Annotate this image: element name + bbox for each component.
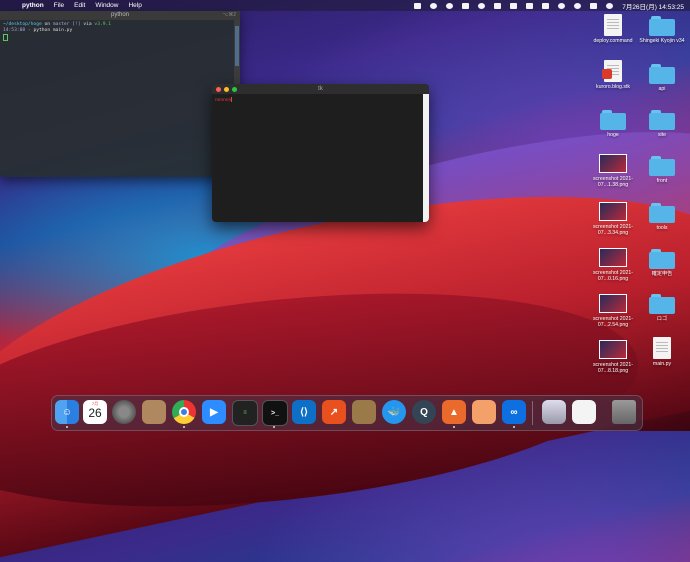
desktop-icon[interactable]: site bbox=[636, 110, 688, 138]
desktop-icon[interactable]: api bbox=[636, 64, 688, 92]
tk-scrollbar[interactable] bbox=[423, 94, 429, 222]
desktop-icon[interactable]: ロゴ bbox=[636, 294, 688, 322]
folder-icon bbox=[649, 156, 675, 176]
minimize-button[interactable] bbox=[224, 86, 229, 92]
wifi-icon[interactable] bbox=[558, 2, 566, 9]
archive-utility-icon[interactable] bbox=[352, 400, 376, 424]
clock-icon[interactable] bbox=[446, 2, 454, 9]
finder-icon[interactable]: ☺ bbox=[55, 400, 79, 424]
search-icon[interactable] bbox=[574, 2, 582, 9]
clock-text[interactable]: 7月26日(月) 14:53:25 bbox=[622, 1, 684, 11]
desktop-icon[interactable]: screenshot 2021-07...0.16.png bbox=[587, 246, 639, 282]
terminal-content[interactable]: ~/desktop/hoge on master [!] via v3.9.1 … bbox=[0, 20, 240, 46]
display-icon[interactable] bbox=[414, 2, 422, 9]
sourcetree-icon[interactable]: ▲ bbox=[442, 400, 466, 424]
dock: ☺ 7月 26 ▶ ≡ >_ ⟨⟩ ↗ 🐳 Q ▲ ∞ bbox=[51, 395, 643, 431]
screenshot-thumbnail-icon bbox=[599, 202, 627, 221]
terminal-window[interactable]: python ⌥⌘2 ~/desktop/hoge on master [!] … bbox=[0, 11, 240, 177]
desktop-icon[interactable]: kuroro.blog.stk bbox=[587, 60, 639, 90]
tk-title: tk bbox=[318, 86, 323, 92]
zoom-icon[interactable]: ▶ bbox=[202, 400, 226, 424]
preview-icon[interactable] bbox=[472, 400, 496, 424]
text-caret bbox=[231, 97, 233, 102]
folder-icon bbox=[649, 249, 675, 269]
folder-icon bbox=[649, 16, 675, 36]
zoom-button[interactable] bbox=[232, 86, 237, 92]
command-text: python main.py bbox=[33, 28, 73, 33]
docker-icon[interactable]: 🐳 bbox=[382, 400, 406, 424]
python-version: v3.9.1 bbox=[94, 22, 112, 27]
desktop-icon[interactable]: deploy.command bbox=[587, 14, 639, 44]
battery-icon[interactable] bbox=[542, 2, 550, 9]
menu-bar: python File Edit Window Help 7月26日(月) 14… bbox=[0, 0, 690, 11]
terminal-icon[interactable]: >_ bbox=[262, 400, 288, 426]
desktop-icon[interactable]: 確定申告 bbox=[636, 249, 688, 277]
tk-entry-text: nnnnnn bbox=[215, 98, 232, 103]
folder-icon bbox=[649, 294, 675, 314]
music-icon[interactable] bbox=[510, 2, 518, 9]
terminal-shortcut: ⌥⌘2 bbox=[222, 12, 236, 18]
folder-icon bbox=[649, 203, 675, 223]
vscode-icon[interactable]: ⟨⟩ bbox=[292, 400, 316, 424]
desktop-icon[interactable]: hoge bbox=[587, 110, 639, 138]
screenshot-thumbnail-icon bbox=[599, 154, 627, 173]
system-preferences-icon[interactable] bbox=[112, 400, 136, 424]
contacts-icon[interactable] bbox=[142, 400, 166, 424]
prompt-path: ~/desktop/hoge bbox=[3, 22, 42, 27]
control-center-icon[interactable] bbox=[590, 2, 598, 9]
command-time: 14:53:08 bbox=[3, 28, 26, 33]
folder-icon bbox=[649, 110, 675, 130]
desktop-icon[interactable]: tools bbox=[636, 203, 688, 231]
terminal-cursor bbox=[3, 34, 8, 41]
quicktime-icon[interactable]: Q bbox=[412, 400, 436, 424]
stickies-document-icon bbox=[602, 60, 622, 82]
screenshot-thumbnail-icon bbox=[599, 248, 627, 267]
calendar-icon[interactable]: 7月 26 bbox=[83, 400, 107, 424]
document-icon bbox=[604, 14, 622, 36]
python-file-icon bbox=[653, 337, 671, 359]
status-area: 7月26日(月) 14:53:25 bbox=[414, 0, 684, 11]
desktop-icon[interactable]: screenshot 2021-07...1.38.png bbox=[587, 152, 639, 188]
bluetooth-icon[interactable] bbox=[526, 2, 534, 9]
desktop-icon[interactable]: front bbox=[636, 156, 688, 184]
paw-icon[interactable] bbox=[430, 2, 438, 9]
close-button[interactable] bbox=[216, 86, 221, 92]
tk-title-bar[interactable]: tk bbox=[212, 84, 429, 94]
menu-help[interactable]: Help bbox=[128, 2, 141, 9]
trash-icon[interactable] bbox=[612, 400, 636, 424]
desktop-icon[interactable]: Shingeki Kyojin v34 bbox=[636, 16, 688, 44]
desktop-icon[interactable]: main.py bbox=[636, 337, 688, 367]
desktop-icon[interactable]: screenshot 2021-07...3.34.png bbox=[587, 200, 639, 236]
infinity-app-icon[interactable]: ∞ bbox=[502, 400, 526, 424]
siri-icon[interactable] bbox=[606, 2, 614, 9]
git-branch: master bbox=[52, 22, 70, 27]
terminal-title-bar[interactable]: python ⌥⌘2 bbox=[0, 11, 240, 20]
screenshot-thumbnail-icon bbox=[599, 294, 627, 313]
desktop-icon[interactable]: screenshot 2021-07...2.54.png bbox=[587, 292, 639, 328]
folder-icon bbox=[600, 110, 626, 130]
p-icon[interactable] bbox=[462, 2, 470, 9]
prompt-on: on bbox=[44, 22, 51, 27]
screenshot-thumbnail-icon bbox=[599, 340, 627, 359]
dock-separator bbox=[532, 401, 533, 425]
calendar-day: 26 bbox=[88, 406, 102, 420]
terminal-title: python bbox=[110, 12, 129, 18]
menu-app-name[interactable]: python bbox=[22, 2, 44, 9]
prompt-via: via bbox=[83, 22, 92, 27]
activity-monitor-icon[interactable]: ≡ bbox=[232, 400, 258, 426]
folder-icon bbox=[649, 64, 675, 84]
menu-window[interactable]: Window bbox=[95, 2, 118, 9]
git-client-icon[interactable]: ↗ bbox=[322, 400, 346, 424]
chrome-icon[interactable] bbox=[172, 400, 196, 424]
screenshot-folder-icon[interactable] bbox=[542, 400, 566, 424]
menu-edit[interactable]: Edit bbox=[74, 2, 85, 9]
desktop-icon[interactable]: screenshot 2021-07...8.18.png bbox=[587, 338, 639, 374]
document-icon[interactable] bbox=[572, 400, 596, 424]
tk-window[interactable]: tk nnnnnn bbox=[212, 84, 429, 222]
tk-text-area[interactable]: nnnnnn bbox=[215, 97, 233, 103]
menu-file[interactable]: File bbox=[54, 2, 64, 9]
git-status: [!] bbox=[72, 22, 81, 27]
cloud-icon[interactable] bbox=[478, 2, 486, 9]
image-icon[interactable] bbox=[494, 2, 502, 9]
